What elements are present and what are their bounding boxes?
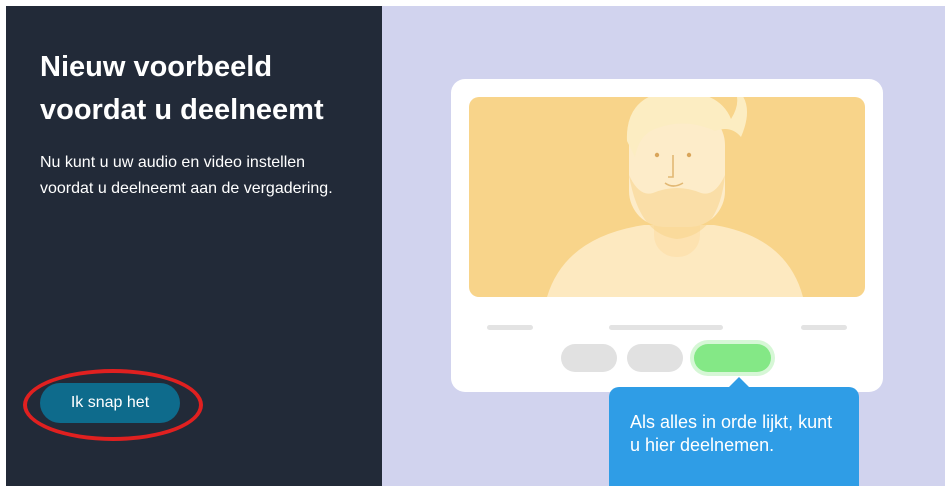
person-illustration bbox=[547, 97, 803, 297]
dialog-description: Nu kunt u uw audio en video instellen vo… bbox=[40, 154, 333, 197]
tooltip-text: Als alles in orde lijkt, kunt u hier dee… bbox=[630, 412, 833, 455]
meeting-preview-card bbox=[451, 79, 883, 392]
dialog-title: Nieuw voorbeeld voordat u deelneemt bbox=[40, 51, 324, 126]
person-left-eye bbox=[654, 152, 660, 158]
video-toggle-pill bbox=[627, 344, 683, 372]
pre-join-preview-dialog: Nieuw voorbeeld voordat u deelneemt Nu k… bbox=[6, 6, 945, 486]
join-tooltip: Als alles in orde lijkt, kunt u hier dee… bbox=[609, 377, 859, 486]
placeholder-bar-left bbox=[487, 325, 533, 330]
placeholder-bar-right bbox=[801, 325, 847, 330]
video-preview bbox=[469, 97, 865, 297]
join-pill bbox=[694, 344, 771, 372]
audio-toggle-pill bbox=[561, 344, 617, 372]
info-panel: Nieuw voorbeeld voordat u deelneemt Nu k… bbox=[6, 6, 382, 486]
got-it-button[interactable]: Ik snap het bbox=[40, 383, 180, 423]
placeholder-bar-center bbox=[609, 325, 723, 330]
illustration-panel: Als alles in orde lijkt, kunt u hier dee… bbox=[382, 6, 945, 486]
person-right-eye bbox=[686, 152, 692, 158]
